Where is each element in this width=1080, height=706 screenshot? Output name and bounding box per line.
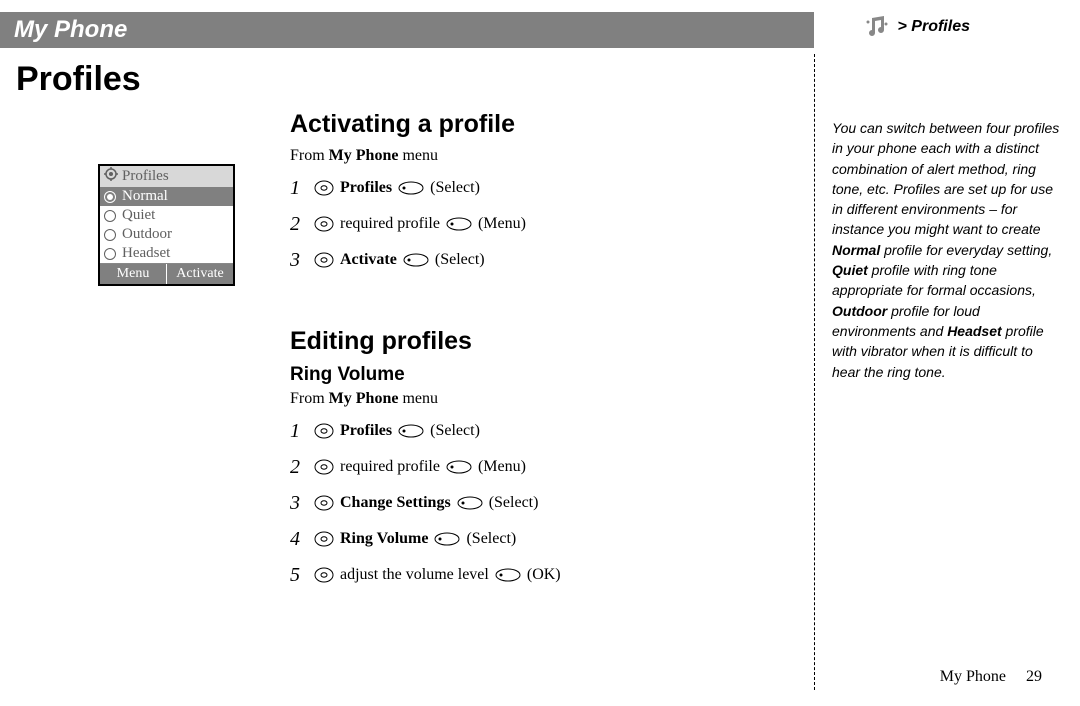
- sidebar-text: Headset: [947, 323, 1001, 339]
- heading-editing: Editing profiles: [290, 327, 770, 356]
- select-key-icon: [446, 460, 472, 474]
- step-paren: (OK): [527, 561, 561, 588]
- sidebar-note: You can switch between four profiles in …: [832, 118, 1062, 382]
- gear-icon: [104, 167, 118, 186]
- sidebar-text: Quiet: [832, 262, 868, 278]
- softkey-menu[interactable]: Menu: [100, 264, 167, 284]
- activating-step: 3 Activate (Select): [290, 243, 770, 277]
- phone-titlebar: Profiles: [100, 166, 233, 187]
- vertical-divider: [814, 54, 815, 690]
- nav-key-icon: [314, 531, 334, 547]
- phone-list-item[interactable]: Headset: [100, 244, 233, 263]
- phone-list-item[interactable]: Normal: [100, 187, 233, 206]
- radio-icon: [104, 229, 116, 241]
- phone-softkeys: Menu Activate: [100, 263, 233, 284]
- nav-key-icon: [314, 423, 334, 439]
- radio-icon: [104, 248, 116, 260]
- editing-step: 5 adjust the volume level (OK): [290, 558, 770, 592]
- sidebar-text: Normal: [832, 242, 880, 258]
- step-action: Change Settings: [340, 489, 451, 516]
- select-key-icon: [446, 217, 472, 231]
- header-title: My Phone: [14, 16, 127, 44]
- step-text: required profile: [340, 210, 440, 237]
- radio-icon: [104, 191, 116, 203]
- step-number: 2: [290, 450, 308, 484]
- phone-list-item[interactable]: Quiet: [100, 206, 233, 225]
- nav-key-icon: [314, 567, 334, 583]
- footer-section: My Phone: [940, 668, 1006, 686]
- activating-step: 1 Profiles (Select): [290, 171, 770, 205]
- phone-item-label: Normal: [122, 188, 168, 205]
- step-action: Activate: [340, 246, 397, 273]
- phone-item-label: Quiet: [122, 207, 155, 224]
- sidebar-text: profile for everyday setting,: [880, 242, 1052, 258]
- select-key-icon: [398, 424, 424, 438]
- step-paren: (Select): [489, 489, 539, 516]
- heading-activating: Activating a profile: [290, 110, 770, 139]
- sidebar-text: Outdoor: [832, 303, 887, 319]
- step-action: Profiles: [340, 417, 392, 444]
- phone-item-label: Outdoor: [122, 226, 172, 243]
- select-key-icon: [457, 496, 483, 510]
- select-key-icon: [398, 181, 424, 195]
- from-line-2: From My Phone menu: [290, 390, 770, 408]
- phone-item-label: Headset: [122, 245, 170, 262]
- step-number: 2: [290, 207, 308, 241]
- header-bar: My Phone: [0, 12, 814, 48]
- nav-key-icon: [314, 252, 334, 268]
- select-key-icon: [403, 253, 429, 267]
- breadcrumb-text: > Profiles: [898, 18, 970, 36]
- main-content: Activating a profile From My Phone menu …: [290, 110, 770, 594]
- breadcrumb: > Profiles: [864, 14, 970, 40]
- nav-key-icon: [314, 180, 334, 196]
- step-number: 5: [290, 558, 308, 592]
- sidebar-text: You can switch between four profiles in …: [832, 120, 1059, 237]
- activating-step: 2 required profile (Menu): [290, 207, 770, 241]
- nav-key-icon: [314, 459, 334, 475]
- footer-page: 29: [1026, 668, 1042, 686]
- music-notes-icon: [864, 14, 890, 40]
- step-action: Ring Volume: [340, 525, 428, 552]
- page-title: Profiles: [16, 60, 141, 99]
- select-key-icon: [495, 568, 521, 582]
- select-key-icon: [434, 532, 460, 546]
- step-paren: (Select): [430, 174, 480, 201]
- editing-step: 4 Ring Volume (Select): [290, 522, 770, 556]
- radio-icon: [104, 210, 116, 222]
- step-number: 1: [290, 171, 308, 205]
- step-paren: (Select): [435, 246, 485, 273]
- footer: My Phone 29: [940, 668, 1042, 686]
- step-paren: (Select): [430, 417, 480, 444]
- from-line-1: From My Phone menu: [290, 147, 770, 165]
- nav-key-icon: [314, 216, 334, 232]
- step-paren: (Menu): [478, 453, 526, 480]
- phone-list-item[interactable]: Outdoor: [100, 225, 233, 244]
- nav-key-icon: [314, 495, 334, 511]
- step-number: 3: [290, 243, 308, 277]
- step-number: 3: [290, 486, 308, 520]
- editing-step: 1 Profiles (Select): [290, 414, 770, 448]
- step-number: 1: [290, 414, 308, 448]
- step-text: required profile: [340, 453, 440, 480]
- step-text: adjust the volume level: [340, 561, 489, 588]
- step-action: Profiles: [340, 174, 392, 201]
- step-paren: (Menu): [478, 210, 526, 237]
- phone-titlebar-text: Profiles: [122, 168, 169, 185]
- step-paren: (Select): [466, 525, 516, 552]
- phone-mockup: Profiles Normal Quiet Outdoor Headset Menu …: [98, 164, 235, 286]
- step-number: 4: [290, 522, 308, 556]
- editing-step: 3 Change Settings (Select): [290, 486, 770, 520]
- editing-step: 2 required profile (Menu): [290, 450, 770, 484]
- heading-ring-volume: Ring Volume: [290, 364, 770, 386]
- softkey-activate[interactable]: Activate: [167, 264, 233, 284]
